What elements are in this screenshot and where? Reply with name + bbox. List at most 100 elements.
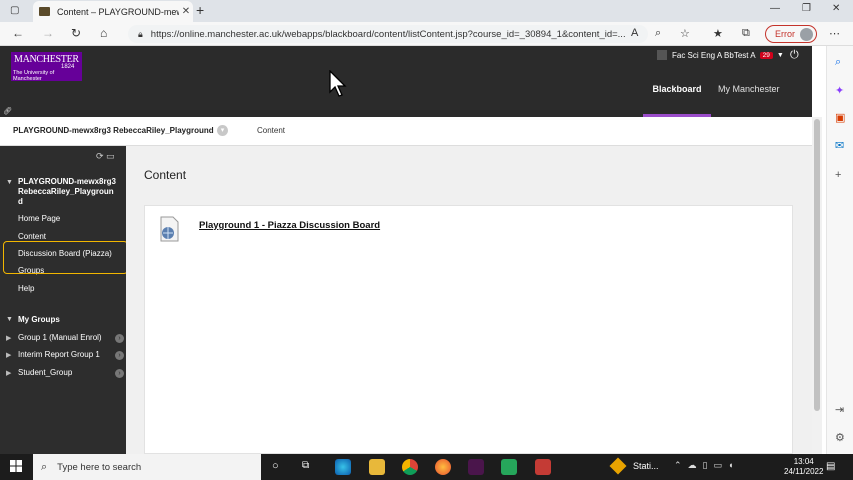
add-sidebar-icon[interactable]: + [835, 169, 841, 181]
university-logo[interactable]: MANCHESTER 1824 The University of Manche… [11, 52, 82, 82]
mouse-cursor-icon [329, 70, 347, 97]
stati-app-icon[interactable] [609, 457, 627, 475]
close-window-icon[interactable]: ✕ [832, 3, 840, 14]
edge-sidebar: ⌕ ✦ ▣ ✉ + ⇥ ⚙ [826, 46, 853, 454]
breadcrumb-current: Content [257, 126, 286, 135]
logout-icon[interactable]: ⏻ [790, 49, 799, 62]
profile-avatar [800, 28, 813, 41]
notification-center-icon[interactable]: ▤ [826, 461, 835, 472]
browser-tab-bar: ▢ Content – PLAYGROUND-mewx8 ✕ + — ❐ ✕ [0, 0, 853, 22]
user-name: Fac Sci Eng A BbTest A [672, 50, 756, 60]
course-menu: ⟳ ▭ ▼ PLAYGROUND-mewx8rg3 RebeccaRiley_P… [0, 146, 128, 454]
home-icon[interactable]: ⌂ [100, 26, 107, 40]
minimize-icon[interactable]: — [770, 3, 780, 14]
blackboard-header: MANCHESTER 1824 The University of Manche… [0, 46, 812, 117]
content-item-link[interactable]: Playground 1 - Piazza Discussion Board [199, 220, 380, 231]
logo-subtitle: The University of Manchester [13, 70, 55, 82]
url-field[interactable]: 🔒︎ https://online.manchester.ac.uk/webap… [128, 25, 648, 43]
tab-my-manchester[interactable]: My Manchester [718, 81, 780, 98]
chrome-icon[interactable] [402, 459, 418, 475]
breadcrumb-course[interactable]: PLAYGROUND-mewx8rg3 RebeccaRiley_Playgro… [13, 126, 214, 135]
more-icon[interactable]: ⋯ [829, 27, 840, 40]
group-item[interactable]: Group 1 (Manual Enrol) [18, 333, 102, 342]
menu-item-home-page[interactable]: Home Page [18, 214, 60, 223]
search-icon[interactable]: ⌕ [835, 56, 841, 69]
group-options-icon[interactable]: › [115, 351, 124, 360]
edge-icon[interactable] [335, 459, 351, 475]
cortana-icon[interactable]: ○ [272, 460, 279, 472]
course-collapse-icon[interactable]: ▼ [6, 179, 13, 186]
firefox-icon[interactable] [435, 459, 451, 475]
group-options-icon[interactable]: › [115, 369, 124, 378]
tab-blackboard[interactable]: Blackboard [643, 81, 711, 117]
zoom-icon[interactable]: ⌕ [655, 27, 661, 40]
clock-time: 13:04 [793, 457, 814, 466]
collections-icon[interactable]: ⧉ [742, 27, 750, 40]
url-text: https://online.manchester.ac.uk/webapps/… [150, 28, 626, 40]
user-avatar [657, 50, 667, 60]
group-options-icon[interactable]: › [115, 334, 124, 343]
sidebar-toggle-icon[interactable]: ⇥ [835, 403, 844, 416]
discover-icon[interactable]: ✦ [835, 84, 844, 97]
profile-error-button[interactable]: Error [765, 25, 817, 43]
windows-taskbar: ⌕ Type here to search ○ ⧉ Stati... ⌃☁▯▭◖… [0, 454, 853, 480]
my-groups-heading[interactable]: My Groups [18, 315, 60, 324]
error-label: Error [775, 29, 795, 39]
forward-icon[interactable]: → [42, 26, 54, 40]
back-icon[interactable]: ← [12, 26, 24, 40]
notification-badge: 29 [759, 51, 773, 59]
group-expand-icon[interactable]: ▶ [6, 351, 11, 359]
discussion-link-icon [160, 216, 179, 242]
recorder-icon[interactable] [535, 459, 551, 475]
taskbar-search-input[interactable]: ⌕ Type here to search [33, 454, 261, 480]
windows-start-icon[interactable] [10, 460, 22, 472]
search-icon: ⌕ [41, 460, 48, 473]
content-list: Playground 1 - Piazza Discussion Board [144, 205, 793, 454]
page-title: Content [144, 168, 187, 182]
address-toolbar: ← → ↻ ⌂ 🔒︎ https://online.manchester.ac.… [0, 22, 853, 46]
read-aloud-icon[interactable]: A [631, 27, 638, 39]
menu-refresh-icon[interactable]: ⟳ ▭ [96, 151, 115, 162]
search-placeholder: Type here to search [57, 461, 142, 473]
close-tab-icon[interactable]: ✕ [179, 6, 193, 17]
course-title[interactable]: PLAYGROUND-mewx8rg3 RebeccaRiley_Playgro… [18, 177, 118, 207]
favorites-icon[interactable]: ★ [713, 27, 723, 40]
highlight-annotation [3, 241, 128, 274]
slack-icon[interactable] [468, 459, 484, 475]
taskbar-clock[interactable]: 13:04 24/11/2022 [784, 457, 823, 477]
blackboard-favicon-icon [39, 7, 50, 16]
groups-collapse-icon[interactable]: ▼ [6, 316, 13, 323]
office-icon[interactable]: ▣ [835, 111, 845, 124]
settings-icon[interactable]: ⚙ [835, 431, 845, 444]
group-expand-icon[interactable]: ▶ [6, 334, 11, 342]
scrollbar-thumb[interactable] [814, 119, 820, 411]
link-icon[interactable]: 🔗︎ [3, 107, 12, 115]
breadcrumb: PLAYGROUND-mewx8rg3 RebeccaRiley_Playgro… [0, 117, 812, 146]
group-item[interactable]: Student_Group [18, 368, 72, 377]
system-tray-icons[interactable]: ⌃☁▯▭◖ [674, 460, 739, 471]
breadcrumb-menu-icon[interactable]: ▾ [217, 125, 228, 136]
camtasia-icon[interactable] [501, 459, 517, 475]
stati-app-label[interactable]: Stati... [633, 461, 659, 471]
task-view-icon[interactable]: ⧉ [302, 460, 309, 471]
clock-date: 24/11/2022 [784, 467, 824, 476]
group-expand-icon[interactable]: ▶ [6, 369, 11, 377]
restore-icon[interactable]: ❐ [802, 3, 811, 14]
main-content: Content Playground 1 - Piazza Discussion… [126, 146, 812, 454]
lock-icon: 🔒︎ [138, 28, 143, 39]
menu-folder-icon[interactable]: ▭ [106, 151, 115, 161]
favorite-add-icon[interactable]: ☆ [680, 27, 690, 40]
menu-item-help[interactable]: Help [18, 284, 34, 293]
group-item[interactable]: Interim Report Group 1 [18, 350, 100, 359]
new-tab-icon[interactable]: + [196, 2, 204, 18]
outlook-icon[interactable]: ✉ [835, 139, 844, 152]
browser-tab[interactable]: Content – PLAYGROUND-mewx8 ✕ [33, 1, 193, 22]
file-explorer-icon[interactable] [369, 459, 385, 475]
menu-item-content[interactable]: Content [18, 232, 46, 241]
chevron-down-icon: ▼ [776, 51, 784, 59]
refresh-icon[interactable]: ↻ [71, 26, 81, 40]
tab-actions-icon[interactable]: ▢ [10, 5, 19, 16]
page-scrollbar[interactable] [812, 117, 822, 454]
tab-title: Content – PLAYGROUND-mewx8 [57, 6, 179, 17]
user-menu[interactable]: Fac Sci Eng A BbTest A 29 ▼ [657, 50, 784, 60]
